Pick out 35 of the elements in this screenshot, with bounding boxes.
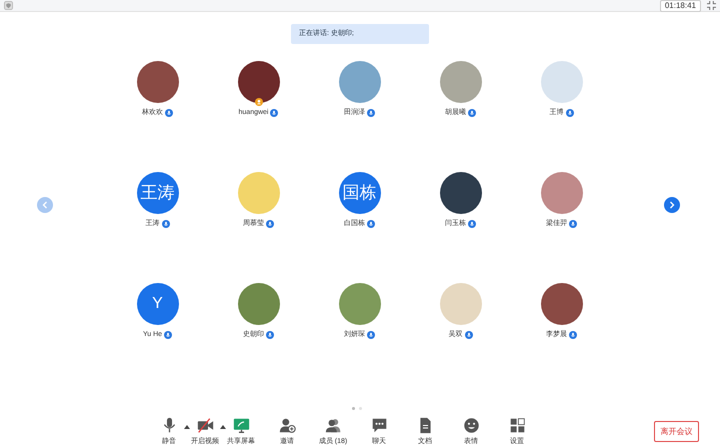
avatar: Y: [136, 283, 178, 325]
mic-status-icon: [165, 108, 173, 116]
mic-status-icon: [266, 220, 274, 228]
avatar: 国栋: [338, 172, 380, 214]
mic-status-icon: [367, 220, 375, 228]
screen-share-icon: [232, 417, 250, 434]
meeting-timer: 01:18:41: [660, 0, 701, 12]
mic-status-icon: [266, 330, 274, 338]
settings-icon: [508, 417, 526, 434]
people-icon: [324, 417, 342, 434]
mic-status-icon: [468, 220, 476, 228]
camera-off-icon: [196, 417, 214, 434]
leave-meeting-button[interactable]: 离开会议: [654, 421, 699, 442]
mic-status-icon: [162, 220, 170, 228]
chevron-right-icon: [669, 201, 675, 209]
mic-status-icon: [164, 330, 172, 338]
caret-icon[interactable]: [220, 425, 226, 429]
mic-status-icon: [270, 108, 278, 116]
add-person-icon: [278, 417, 296, 434]
exit-fullscreen-icon[interactable]: [707, 1, 716, 10]
mic-status-icon: [569, 220, 577, 228]
caret-icon[interactable]: [184, 425, 190, 429]
mic-status-icon: [569, 330, 577, 338]
smiley-icon: [462, 417, 480, 434]
mic-status-icon: [367, 108, 375, 116]
next-page-button[interactable]: [664, 197, 680, 213]
avatar-photo-placeholder: [238, 61, 280, 103]
mic-status-icon: [464, 330, 472, 338]
shield-icon[interactable]: [4, 1, 13, 10]
mic-status-icon: [468, 108, 476, 116]
avatar: 王涛: [136, 172, 178, 214]
mic-status-icon: [367, 330, 375, 338]
chat-icon: [370, 417, 388, 434]
mic-status-icon: [566, 108, 574, 116]
chevron-left-icon: [42, 201, 48, 209]
